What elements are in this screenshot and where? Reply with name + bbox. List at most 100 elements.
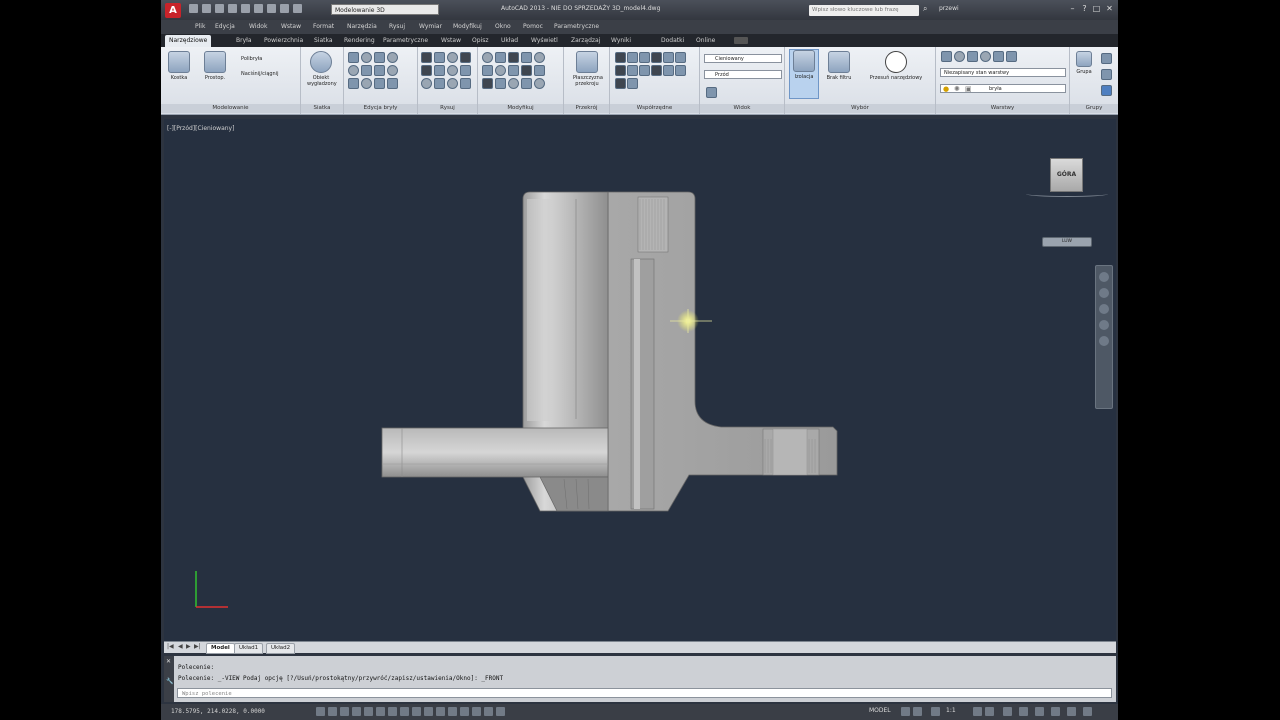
spline-icon[interactable] bbox=[421, 65, 432, 76]
layer-lock-icon[interactable] bbox=[993, 51, 1004, 62]
polar-tracking-icon[interactable] bbox=[352, 707, 361, 716]
align-icon[interactable] bbox=[508, 52, 519, 63]
save-icon[interactable] bbox=[215, 4, 224, 13]
panel-title-wspolrzedne[interactable]: Współrzędne bbox=[610, 104, 699, 113]
sun-icon[interactable]: ✺ bbox=[954, 85, 960, 93]
undo-icon[interactable] bbox=[254, 4, 263, 13]
showmotion-icon[interactable] bbox=[1099, 336, 1109, 346]
extract-edges-icon[interactable] bbox=[348, 78, 359, 89]
layer-iso-icon[interactable] bbox=[967, 51, 978, 62]
panel-title-warstwy[interactable]: Warstwy bbox=[936, 104, 1069, 113]
tab-wyniki[interactable]: Wyniki bbox=[611, 37, 631, 44]
orbit-icon[interactable] bbox=[1099, 320, 1109, 330]
zoom-extents-icon[interactable] bbox=[1099, 304, 1109, 314]
dynamic-ucs-icon[interactable] bbox=[400, 707, 409, 716]
last-layout-icon[interactable]: ▶| bbox=[194, 643, 201, 650]
menu-item-narzedzia[interactable]: Narzędzia bbox=[347, 23, 377, 30]
group-select-icon[interactable] bbox=[1101, 85, 1112, 96]
rectangle-icon[interactable] bbox=[434, 65, 445, 76]
extend-icon[interactable] bbox=[508, 78, 519, 89]
group-edit-icon[interactable] bbox=[1101, 69, 1112, 80]
isolate-objects-icon[interactable] bbox=[1051, 707, 1060, 716]
tab-opisz[interactable]: Opisz bbox=[472, 37, 488, 44]
snap-mode-icon[interactable] bbox=[316, 707, 325, 716]
ribbon-minimize-icon[interactable] bbox=[734, 37, 748, 44]
quick-view-layouts-icon[interactable] bbox=[901, 707, 910, 716]
command-close-icon[interactable]: ✕ bbox=[166, 658, 171, 665]
explode-icon[interactable] bbox=[534, 65, 545, 76]
hatch-icon[interactable] bbox=[460, 65, 471, 76]
panel-title-rysuj[interactable]: Rysuj bbox=[418, 104, 477, 113]
ucs-z-icon[interactable] bbox=[675, 65, 686, 76]
ucs-world-icon[interactable] bbox=[627, 52, 638, 63]
command-input[interactable]: Wpisz polecenie bbox=[177, 688, 1112, 698]
ucs-apply-icon[interactable] bbox=[627, 78, 638, 89]
polysolid-button[interactable]: Polibryła bbox=[241, 56, 262, 62]
move-gizmo-button[interactable]: Przesuń narzędziowy bbox=[869, 51, 923, 81]
tab-dodatki[interactable]: Dodatki bbox=[661, 37, 684, 44]
menu-item-edycja[interactable]: Edycja bbox=[215, 23, 235, 30]
tab-wyswietl[interactable]: Wyświetl bbox=[531, 37, 558, 44]
separate-icon[interactable] bbox=[387, 65, 398, 76]
ucs-face-icon[interactable] bbox=[651, 52, 662, 63]
line-icon[interactable] bbox=[421, 52, 432, 63]
match-properties-icon[interactable] bbox=[280, 4, 289, 13]
tab-rendering[interactable]: Rendering bbox=[344, 37, 375, 44]
view-dropdown[interactable]: Przód bbox=[704, 70, 782, 79]
layout-tab-uklad1[interactable]: Układ1 bbox=[234, 643, 264, 654]
taper-faces-icon[interactable] bbox=[374, 78, 385, 89]
save-as-icon[interactable] bbox=[228, 4, 237, 13]
object-snap-icon[interactable] bbox=[364, 707, 373, 716]
new-icon[interactable] bbox=[189, 4, 198, 13]
trim-icon[interactable] bbox=[495, 78, 506, 89]
ungroup-icon[interactable] bbox=[1101, 53, 1112, 64]
layout-tab-model[interactable]: Model bbox=[206, 643, 235, 654]
selection-cycling-icon[interactable] bbox=[460, 707, 469, 716]
lock-ui-icon[interactable] bbox=[1019, 707, 1028, 716]
panel-title-grupy[interactable]: Grupy bbox=[1070, 104, 1118, 113]
ellipse-icon[interactable] bbox=[447, 65, 458, 76]
maximize-button[interactable]: □ bbox=[1091, 4, 1102, 14]
menu-item-pomoc[interactable]: Pomoc bbox=[523, 23, 543, 30]
ucs-view-icon[interactable] bbox=[675, 52, 686, 63]
chamfer-icon[interactable] bbox=[521, 65, 532, 76]
command-settings-icon[interactable]: 🔧 bbox=[166, 678, 173, 685]
shell-icon[interactable] bbox=[387, 78, 398, 89]
tab-online[interactable]: Online bbox=[696, 37, 715, 44]
ucs-named-icon[interactable] bbox=[615, 78, 626, 89]
prev-layout-icon[interactable]: ◀ bbox=[178, 643, 183, 650]
ucs-origin-icon[interactable] bbox=[615, 65, 626, 76]
workspace-select[interactable]: Modelowanie 3D bbox=[331, 4, 439, 15]
next-layout-icon[interactable]: ▶ bbox=[186, 643, 191, 650]
menu-item-modyfikuj[interactable]: Modyfikuj bbox=[453, 23, 482, 30]
layer-freeze-icon[interactable] bbox=[980, 51, 991, 62]
coordinates-readout[interactable]: 178.5795, 214.0228, 0.0000 bbox=[171, 708, 265, 715]
tab-powierzchnia[interactable]: Powierzchnia bbox=[264, 37, 303, 44]
3d-object-snap-icon[interactable] bbox=[376, 707, 385, 716]
slice-icon[interactable] bbox=[348, 65, 359, 76]
tab-siatka[interactable]: Siatka bbox=[314, 37, 333, 44]
user-signin[interactable]: przewi bbox=[939, 5, 959, 12]
move-icon[interactable] bbox=[482, 52, 493, 63]
extrude-button[interactable]: Prostop. bbox=[201, 51, 229, 81]
menu-item-format[interactable]: Format bbox=[313, 23, 334, 30]
tab-narzedziowe[interactable]: Narzędziowe bbox=[165, 35, 212, 47]
intersect-icon[interactable] bbox=[374, 52, 385, 63]
subtract-icon[interactable] bbox=[361, 52, 372, 63]
menu-item-wstaw[interactable]: Wstaw bbox=[281, 23, 301, 30]
ucs-object-icon[interactable] bbox=[663, 52, 674, 63]
viewcube[interactable]: GÓRA bbox=[1050, 158, 1083, 192]
isolate-button[interactable]: Izolacja bbox=[789, 49, 819, 99]
layer-match-icon[interactable] bbox=[1006, 51, 1017, 62]
ortho-mode-icon[interactable] bbox=[340, 707, 349, 716]
clean-screen-icon[interactable] bbox=[1083, 707, 1092, 716]
quick-view-drawings-icon[interactable] bbox=[913, 707, 922, 716]
lineweight-icon[interactable] bbox=[424, 707, 433, 716]
lock-icon[interactable]: ▣ bbox=[965, 85, 972, 93]
polygon-icon[interactable] bbox=[434, 78, 445, 89]
status-menu-icon[interactable] bbox=[1067, 707, 1076, 716]
panel-title-widok[interactable]: Widok bbox=[700, 104, 784, 113]
hardware-acceleration-icon[interactable] bbox=[1035, 707, 1044, 716]
annotation-visibility-icon[interactable] bbox=[973, 707, 982, 716]
copy-icon[interactable] bbox=[482, 65, 493, 76]
